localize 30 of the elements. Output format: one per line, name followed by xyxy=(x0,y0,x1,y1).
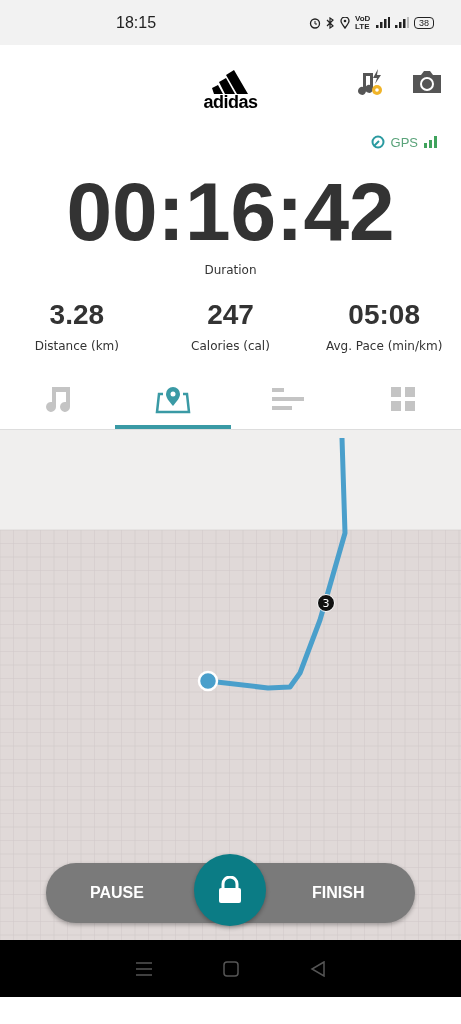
location-icon xyxy=(340,16,350,29)
home-icon[interactable] xyxy=(222,960,239,977)
brand-logo-text: adidas xyxy=(203,94,258,110)
three-stripes-logo-icon xyxy=(211,70,250,94)
gps-label: GPS xyxy=(390,134,418,150)
signal-icon xyxy=(376,17,390,28)
stat-value: 247 xyxy=(207,299,254,331)
bars-icon xyxy=(272,387,305,411)
grid-icon xyxy=(391,387,416,411)
duration-value: 00:16:42 xyxy=(65,167,396,257)
signal-icon xyxy=(395,17,409,28)
stat-value: 3.28 xyxy=(49,299,105,331)
menu-icon[interactable] xyxy=(135,961,152,976)
stat-label: Calories (cal) xyxy=(191,339,270,353)
finish-button[interactable]: FINISH xyxy=(302,863,375,923)
battery-level: 38 xyxy=(414,16,434,29)
stat-label: Distance (km) xyxy=(34,339,119,353)
back-icon[interactable] xyxy=(309,960,326,977)
stat-value: 05:08 xyxy=(348,299,420,331)
pause-button[interactable]: PAUSE xyxy=(80,863,154,923)
stat-label: Avg. Pace (min/km) xyxy=(325,339,443,353)
bluetooth-icon xyxy=(326,16,335,29)
start-point-icon xyxy=(197,670,219,692)
lock-icon xyxy=(218,876,242,904)
alarm-icon xyxy=(309,16,321,29)
signal-strength-icon xyxy=(424,136,437,148)
network-type: VoD LTE xyxy=(355,14,371,31)
status-time: 18:15 xyxy=(116,13,157,32)
map-pin-icon xyxy=(154,384,191,414)
duration-label: Duration xyxy=(203,263,258,277)
